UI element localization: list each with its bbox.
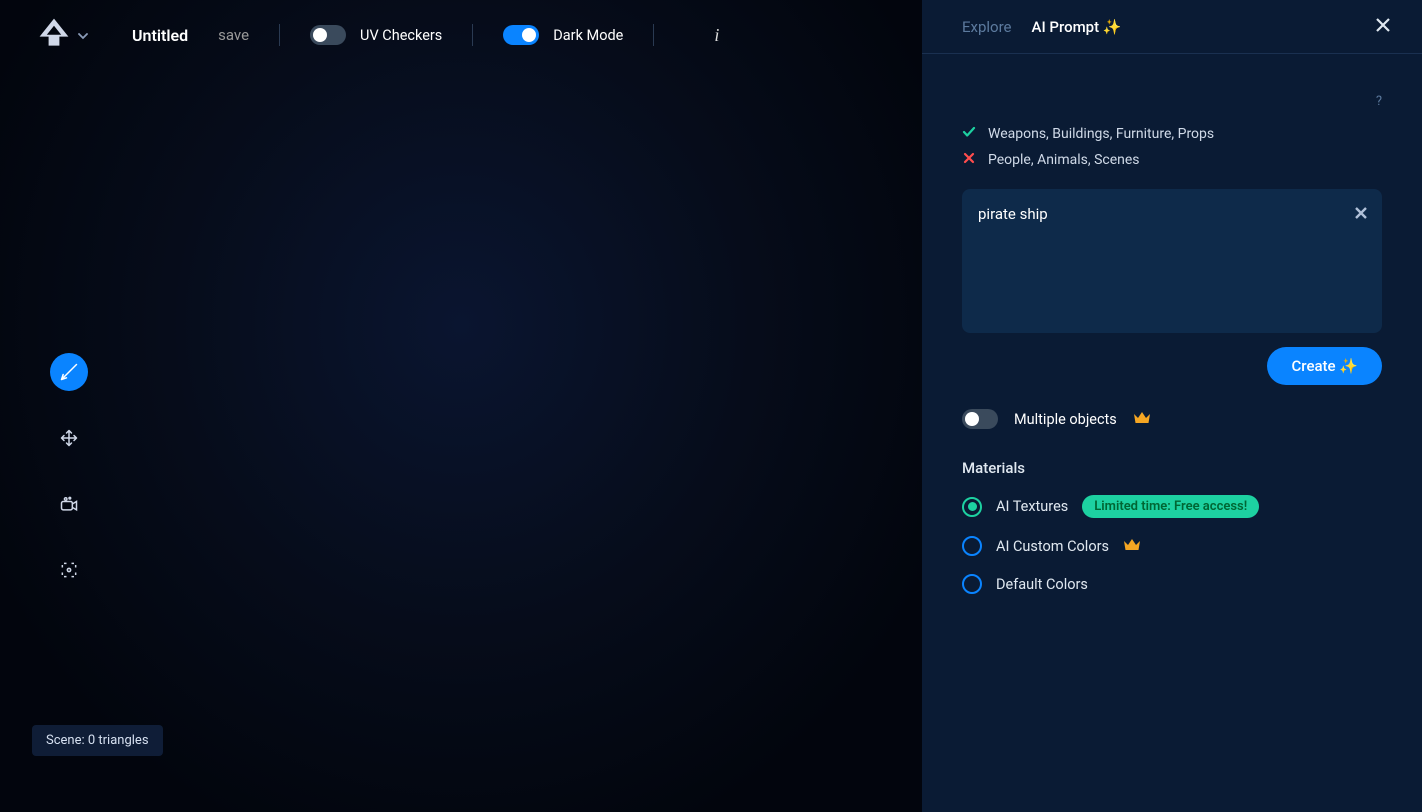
materials-section-title: Materials	[962, 459, 1382, 477]
crown-icon	[1123, 537, 1141, 556]
info-icon[interactable]: i	[714, 25, 719, 46]
dark-mode-toggle[interactable]	[503, 25, 539, 45]
viewport-3d[interactable]	[0, 0, 922, 812]
clear-input-button[interactable]	[1354, 205, 1368, 224]
multiple-objects-toggle[interactable]	[962, 409, 998, 429]
radio-ai-custom-colors[interactable]: AI Custom Colors	[962, 536, 1382, 556]
unsupported-types: People, Animals, Scenes	[962, 151, 1382, 169]
viewport-tools	[50, 353, 88, 589]
uv-checkers-label: UV Checkers	[360, 27, 442, 44]
unsupported-types-text: People, Animals, Scenes	[988, 152, 1140, 168]
radio-indicator	[962, 497, 982, 517]
supported-types: Weapons, Buildings, Furniture, Props	[962, 125, 1382, 143]
multiple-objects-label: Multiple objects	[1014, 411, 1117, 428]
separator	[279, 24, 280, 46]
scene-info-badge: Scene: 0 triangles	[32, 725, 163, 756]
radio-label-default-colors: Default Colors	[996, 576, 1088, 593]
crown-icon	[1133, 410, 1151, 429]
move-tool[interactable]	[50, 419, 88, 457]
x-icon	[962, 151, 976, 169]
check-icon	[962, 125, 976, 143]
create-button[interactable]: Create ✨	[1267, 347, 1382, 385]
camera-tool[interactable]	[50, 485, 88, 523]
cursor-tool[interactable]	[50, 353, 88, 391]
side-panel: Explore AI Prompt ✨ ? Weapons, Buildings…	[922, 0, 1422, 812]
panel-body: ? Weapons, Buildings, Furniture, Props P…	[922, 54, 1422, 812]
selection-tool[interactable]	[50, 551, 88, 589]
dark-mode-toggle-group: Dark Mode	[503, 25, 623, 45]
radio-label-ai-custom-colors: AI Custom Colors	[996, 538, 1109, 555]
prompt-input[interactable]	[962, 189, 1382, 329]
multiple-objects-row: Multiple objects	[962, 409, 1382, 429]
logo-dropdown[interactable]	[36, 15, 88, 55]
separator	[653, 24, 654, 46]
save-button[interactable]: save	[218, 26, 249, 44]
uv-checkers-toggle-group: UV Checkers	[310, 25, 442, 45]
project-title[interactable]: Untitled	[132, 26, 188, 45]
prompt-input-container	[962, 189, 1382, 333]
dark-mode-label: Dark Mode	[553, 27, 623, 44]
separator	[472, 24, 473, 46]
app-logo-icon	[36, 15, 72, 55]
panel-tabs: Explore AI Prompt ✨	[922, 0, 1422, 54]
supported-types-text: Weapons, Buildings, Furniture, Props	[988, 126, 1214, 142]
radio-default-colors[interactable]: Default Colors	[962, 574, 1382, 594]
free-access-badge: Limited time: Free access!	[1082, 495, 1259, 518]
tab-explore[interactable]: Explore	[962, 18, 1012, 36]
radio-indicator	[962, 536, 982, 556]
uv-checkers-toggle[interactable]	[310, 25, 346, 45]
close-panel-button[interactable]	[1374, 16, 1392, 38]
radio-indicator	[962, 574, 982, 594]
chevron-down-icon	[78, 26, 88, 45]
tab-ai-prompt[interactable]: AI Prompt ✨	[1032, 18, 1122, 36]
help-button[interactable]: ?	[962, 94, 1382, 109]
radio-ai-textures[interactable]: AI Textures Limited time: Free access!	[962, 495, 1382, 518]
create-button-label: Create ✨	[1291, 357, 1358, 375]
radio-label-ai-textures: AI Textures	[996, 498, 1068, 515]
